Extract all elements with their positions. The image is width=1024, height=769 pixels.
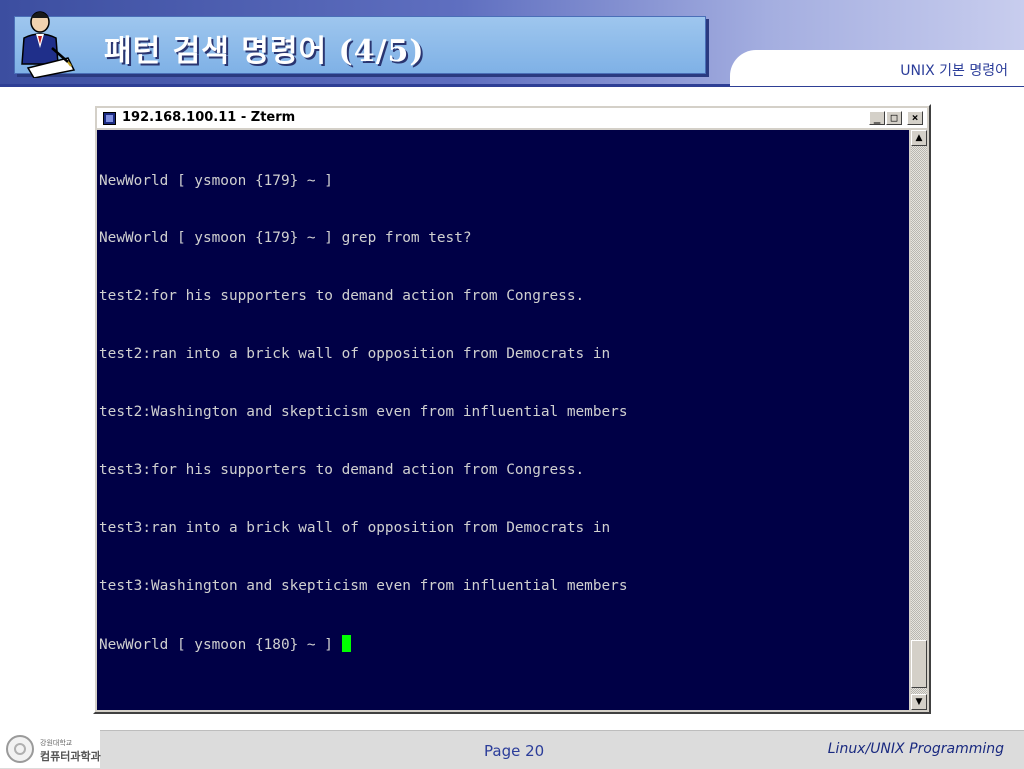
logo-department-name: 컴퓨터과학과 [40, 750, 101, 763]
terminal-app-icon[interactable] [103, 112, 116, 125]
maximize-button[interactable]: □ [886, 111, 902, 125]
footer-course-title: Linux/UNIX Programming [827, 741, 1004, 757]
close-button[interactable]: × [907, 111, 923, 125]
scroll-down-arrow-icon[interactable]: ▼ [911, 694, 927, 710]
vertical-scrollbar[interactable]: ▲ ▼ [911, 130, 927, 710]
terminal-prompt-line: NewWorld [ ysmoon {180} ~ ] [99, 634, 628, 654]
page-number: Page 20 [484, 742, 545, 760]
terminal-window-title: 192.168.100.11 - Zterm [122, 110, 296, 125]
course-label: UNIX 기본 명령어 [900, 63, 1008, 79]
slide-title: 패턴 검색 명령어 (4/5) [104, 34, 425, 69]
terminal-cursor [341, 634, 351, 652]
terminal-line: test2:Washington and skepticism even fro… [99, 404, 628, 421]
person-writing-icon [21, 11, 76, 78]
university-emblem-icon [6, 735, 34, 763]
terminal-titlebar[interactable]: 192.168.100.11 - Zterm _ □ × [97, 108, 927, 128]
scroll-up-arrow-icon[interactable]: ▲ [911, 130, 927, 146]
terminal-output-area[interactable]: NewWorld [ ysmoon {179} ~ ] NewWorld [ y… [97, 130, 909, 710]
minimize-button[interactable]: _ [869, 111, 885, 125]
terminal-window[interactable]: 192.168.100.11 - Zterm _ □ × NewWorld [ … [93, 104, 931, 714]
logo-university-name: 강원대학교 [40, 739, 73, 747]
scroll-thumb[interactable] [911, 640, 927, 688]
terminal-line: NewWorld [ ysmoon {179} ~ ] grep from te… [99, 230, 472, 247]
terminal-line: test2:ran into a brick wall of oppositio… [99, 346, 611, 363]
terminal-line: test3:for his supporters to demand actio… [99, 462, 585, 479]
terminal-text: NewWorld [ ysmoon {179} ~ ] NewWorld [ y… [99, 133, 628, 693]
terminal-line: test2:for his supporters to demand actio… [99, 288, 585, 305]
terminal-line: test3:ran into a brick wall of oppositio… [99, 519, 611, 536]
terminal-prompt: NewWorld [ ysmoon {180} ~ ] [99, 636, 342, 653]
terminal-line: NewWorld [ ysmoon {179} ~ ] [99, 172, 333, 189]
terminal-line: test3:Washington and skepticism even fro… [99, 577, 628, 594]
